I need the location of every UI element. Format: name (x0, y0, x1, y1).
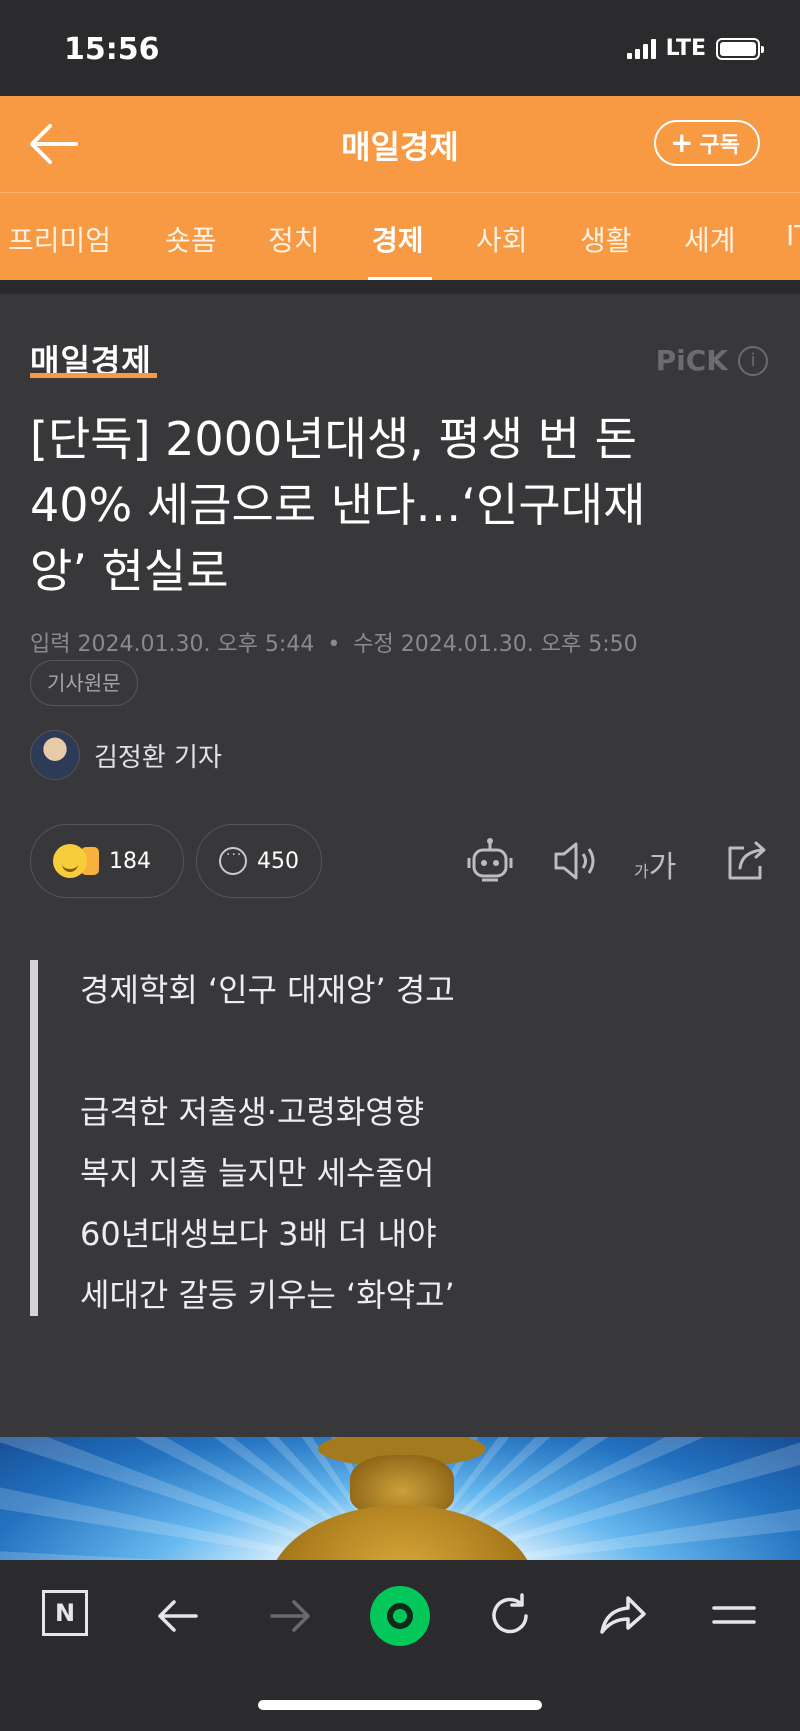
summary-line: 급격한 저출생·고령화영향 (80, 1093, 425, 1131)
press-logo-underline (30, 373, 157, 378)
summary-line: 복지 지출 늘지만 세수줄어 (80, 1154, 435, 1192)
input-label: 입력 (30, 632, 71, 657)
headline-line: [단독] 2000년대생, 평생 번 돈 (30, 412, 637, 466)
summary-line: 경제학회 ‘인구 대재앙’ 경고 (80, 971, 455, 1009)
comment-icon (219, 847, 247, 875)
tab-shortform[interactable]: 숏폼 (165, 219, 217, 259)
comment-count: 450 (257, 848, 299, 874)
font-size-big: 가 (648, 850, 677, 885)
tab-world[interactable]: 세계 (684, 219, 736, 259)
forward-icon[interactable] (262, 1588, 318, 1644)
robot-summary-icon[interactable] (464, 836, 516, 886)
signal-icon (626, 38, 656, 59)
network-label: LTE (665, 36, 706, 61)
original-article-button[interactable]: 기사원문 (30, 660, 138, 706)
plus-icon: + (670, 126, 694, 159)
back-icon[interactable] (150, 1588, 206, 1644)
menu-icon[interactable] (706, 1588, 762, 1644)
edit-time: 2024.01.30. 오후 5:50 (400, 632, 638, 657)
green-dot-icon[interactable] (370, 1586, 430, 1646)
font-size-small: 가 (634, 862, 649, 881)
article-timestamps: 입력 2024.01.30. 오후 5:44 • 수정 2024.01.30. … (30, 626, 638, 658)
naver-home-icon[interactable]: N (42, 1590, 88, 1636)
smile-reaction-icon (53, 844, 87, 878)
pick-badge[interactable]: PiCK i (656, 344, 768, 377)
article-hero-image[interactable] (0, 1437, 800, 1560)
subscribe-label: 구독 (699, 133, 740, 158)
reaction-button[interactable]: 184 (30, 824, 184, 898)
tab-economy[interactable]: 경제 (372, 219, 424, 259)
reaction-count: 184 (109, 848, 151, 874)
edit-label: 수정 (353, 632, 394, 657)
back-arrow-icon[interactable] (28, 120, 80, 168)
battery-icon (716, 37, 764, 60)
summary-quote-bar (30, 960, 38, 1316)
article-headline: [단독] 2000년대생, 평생 번 돈 40% 세금으로 낸다…‘인구대재 앙… (30, 406, 750, 604)
category-tabs: 프리미엄 숏폼 정치 경제 사회 생활 세계 IT (0, 192, 800, 280)
comment-button[interactable]: 450 (196, 824, 322, 898)
tab-premium[interactable]: 프리미엄 (8, 219, 111, 259)
speaker-icon[interactable] (550, 836, 602, 886)
subscribe-button[interactable]: + 구독 (654, 120, 760, 166)
app-header: 매일경제 + 구독 (0, 96, 800, 192)
summary-line: 60년대생보다 3배 더 내야 (80, 1215, 437, 1253)
font-size-icon[interactable]: 가가 (634, 842, 676, 886)
home-indicator[interactable] (258, 1700, 542, 1710)
share-arrow-icon[interactable] (594, 1588, 650, 1644)
tab-it[interactable]: IT (786, 219, 800, 252)
meta-separator: • (327, 632, 341, 657)
summary-line: 세대간 갈등 키우는 ‘화약고’ (80, 1276, 455, 1314)
tab-society[interactable]: 사회 (476, 219, 528, 259)
status-bar: 15:56 LTE (0, 0, 800, 96)
author-info[interactable]: 김정환 기자 (30, 730, 222, 780)
status-time: 15:56 (64, 32, 160, 67)
headline-line: 앙’ 현실로 (30, 544, 229, 598)
divider (0, 280, 800, 294)
avatar[interactable] (30, 730, 80, 780)
article-summary: 경제학회 ‘인구 대재앙’ 경고 급격한 저출생·고령화영향 복지 지출 늘지만… (80, 960, 455, 1326)
refresh-icon[interactable] (482, 1588, 538, 1644)
info-icon[interactable]: i (738, 345, 768, 376)
status-icons: LTE (626, 36, 764, 61)
share-icon[interactable] (722, 836, 774, 886)
summary-line (80, 1021, 455, 1082)
author-name[interactable]: 김정환 기자 (94, 737, 222, 774)
input-time: 2024.01.30. 오후 5:44 (77, 632, 315, 657)
tab-life[interactable]: 생활 (580, 219, 632, 259)
headline-line: 40% 세금으로 낸다…‘인구대재 (30, 478, 646, 532)
tab-politics[interactable]: 정치 (268, 219, 320, 259)
pick-label: PiCK (655, 344, 728, 377)
